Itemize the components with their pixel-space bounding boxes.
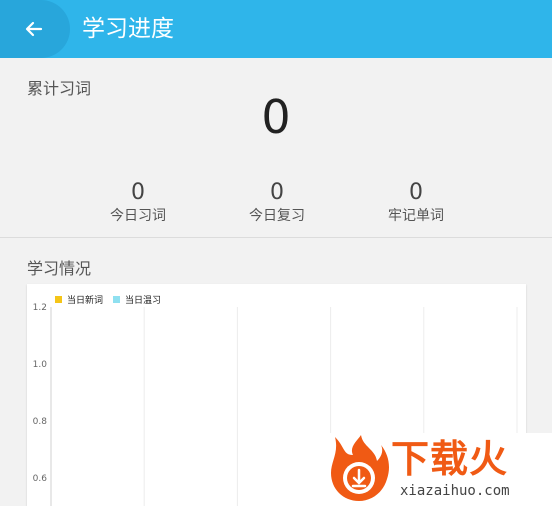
app-bar: 学习进度 — [0, 0, 552, 58]
chart-y-tick-label: 1.0 — [33, 360, 48, 370]
chart-y-tick-label: 1.2 — [33, 303, 47, 313]
legend-label: 当日温习 — [125, 294, 161, 306]
stat-value: 0 — [270, 180, 284, 205]
legend-swatch — [55, 296, 62, 303]
back-button[interactable] — [0, 0, 70, 58]
total-words-value: 0 — [261, 90, 291, 144]
stat-value: 0 — [409, 180, 423, 205]
section-title: 学习情况 — [27, 259, 92, 278]
stat-remembered: 0 牢记单词 — [356, 180, 476, 226]
stat-value: 0 — [131, 180, 145, 205]
stat-label: 今日复习 — [249, 208, 305, 224]
page-title: 学习进度 — [82, 16, 174, 42]
stat-today-review: 0 今日复习 — [217, 180, 337, 226]
watermark-url: xiazaihuo.com — [400, 483, 510, 499]
summary-panel: 累计习词 0 0 今日习词 0 今日复习 0 牢记单词 — [0, 58, 552, 238]
stat-label: 牢记单词 — [388, 208, 444, 224]
chart-y-tick-label: 0.8 — [33, 417, 48, 427]
flame-logo-icon — [331, 435, 389, 501]
watermark-brand: 下载火 — [391, 437, 509, 481]
stat-today-learned: 0 今日习词 — [78, 180, 198, 226]
arrow-left-icon — [25, 21, 43, 37]
legend-swatch — [113, 296, 120, 303]
chart-y-tick-label: 0.6 — [33, 474, 48, 484]
watermark: 下载火 xiazaihuo.com — [325, 433, 552, 506]
divider — [0, 237, 552, 238]
legend-label: 当日新词 — [67, 294, 103, 306]
stat-label: 今日习词 — [110, 208, 166, 224]
